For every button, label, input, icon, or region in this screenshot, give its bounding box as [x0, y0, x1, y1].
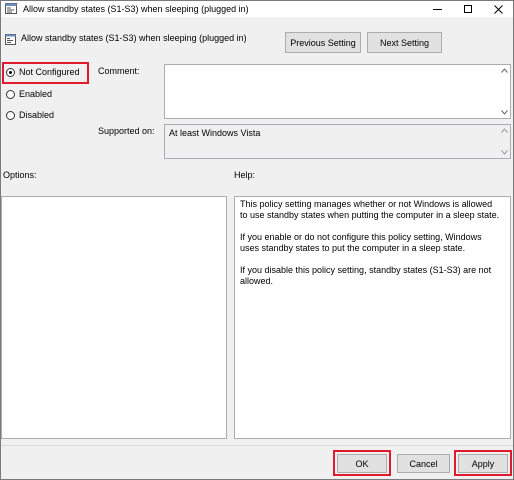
radio-enabled[interactable]: Enabled	[6, 89, 52, 99]
supported-on-field: At least Windows Vista	[164, 124, 511, 159]
help-paragraph: If you enable or do not configure this p…	[240, 232, 482, 253]
help-pane: This policy setting manages whether or n…	[234, 196, 511, 439]
maximize-icon	[464, 5, 472, 13]
scroll-down-icon[interactable]	[501, 110, 508, 115]
scroll-up-icon[interactable]	[501, 128, 508, 133]
radio-disabled[interactable]: Disabled	[6, 110, 54, 120]
next-setting-button[interactable]: Next Setting	[367, 32, 442, 53]
supported-on-label: Supported on:	[98, 126, 155, 136]
options-label: Options:	[3, 170, 37, 180]
comment-label: Comment:	[98, 66, 140, 76]
radio-button[interactable]	[6, 110, 15, 120]
scroll-down-icon[interactable]	[501, 150, 508, 155]
radio-label: Enabled	[19, 89, 53, 99]
options-pane	[1, 196, 227, 439]
title-bar[interactable]: Allow standby states (S1-S3) when sleepi…	[1, 1, 513, 17]
footer-divider	[1, 445, 513, 446]
highlight-not-configured	[2, 62, 89, 84]
help-paragraph: If you disable this policy setting, stan…	[240, 265, 492, 286]
highlight-ok	[333, 450, 391, 476]
setting-title: Allow standby states (S1-S3) when sleepi…	[21, 33, 247, 43]
help-paragraph: This policy setting manages whether or n…	[240, 199, 500, 220]
minimize-button[interactable]	[422, 1, 452, 17]
setting-icon	[5, 34, 16, 45]
supported-on-value: At least Windows Vista	[169, 128, 261, 138]
scroll-up-icon[interactable]	[501, 68, 508, 73]
help-text: This policy setting manages whether or n…	[240, 199, 502, 298]
policy-setting-dialog: Allow standby states (S1-S3) when sleepi…	[0, 0, 514, 480]
window-title: Allow standby states (S1-S3) when sleepi…	[23, 4, 249, 14]
help-label: Help:	[234, 170, 256, 180]
close-icon	[493, 4, 503, 14]
highlight-apply	[454, 450, 512, 476]
previous-setting-button[interactable]: Previous Setting	[285, 32, 361, 53]
cancel-button[interactable]: Cancel	[397, 454, 450, 473]
radio-button[interactable]	[6, 89, 15, 99]
comment-field[interactable]	[164, 64, 511, 119]
close-button[interactable]	[483, 1, 513, 17]
policy-icon	[5, 3, 17, 14]
radio-label: Disabled	[19, 110, 55, 120]
maximize-button[interactable]	[453, 1, 483, 17]
minimize-icon	[432, 8, 442, 10]
